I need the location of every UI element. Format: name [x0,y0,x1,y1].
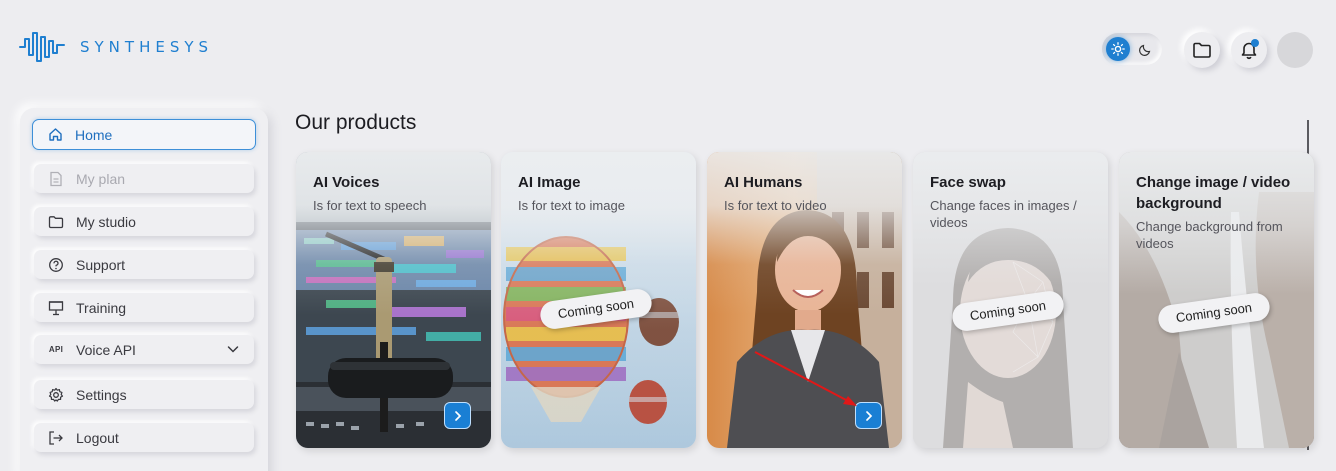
sidebar-item-label: Training [76,299,127,316]
waveform-logo-icon [19,32,65,62]
product-card-ai-voices[interactable]: AI Voices Is for text to speech [296,152,491,448]
card-subtitle: Change faces in images / videos [930,198,1077,230]
page-title: Our products [295,111,417,134]
card-subtitle: Is for text to image [518,198,625,213]
sidebar-item-my-plan[interactable]: My plan [34,164,254,193]
sidebar-item-label: My plan [76,170,126,187]
product-card-face-swap[interactable]: Face swap Change faces in images / video… [913,152,1108,448]
sidebar-item-label: Home [75,126,113,143]
product-card-ai-image[interactable]: AI Image Is for text to image Coming soo… [501,152,696,448]
sidebar-item-home[interactable]: Home [32,119,256,150]
card-subtitle: Change background from videos [1136,219,1283,251]
sidebar-item-voice-api[interactable]: API Voice API [34,335,254,364]
open-ai-humans-button[interactable] [855,402,882,429]
product-card-change-background[interactable]: Change image / video background Change b… [1119,152,1314,448]
help-circle-icon [48,257,64,273]
notifications-button[interactable] [1231,32,1267,68]
card-title: AI Image [518,174,581,191]
sidebar-item-support[interactable]: Support [34,250,254,279]
logo-text: SYNTHESYS [80,38,214,56]
sidebar-item-label: Settings [76,386,127,403]
sidebar-item-logout[interactable]: Logout [34,423,254,452]
card-title: Change image / video background [1136,174,1291,212]
notification-dot [1251,39,1259,47]
folder-icon [1193,42,1211,58]
sidebar: Home My plan My studio Support Training … [20,108,268,471]
api-icon: API [48,345,64,354]
moon-icon[interactable] [1134,37,1158,61]
document-icon [48,171,64,187]
home-icon [47,127,63,143]
chevron-down-icon[interactable] [226,342,240,359]
card-title: AI Voices [313,174,380,191]
sun-icon[interactable] [1106,37,1130,61]
sidebar-item-training[interactable]: Training [34,293,254,322]
sidebar-item-settings[interactable]: Settings [34,380,254,409]
logout-icon [48,430,64,446]
chevron-right-icon [454,410,461,421]
card-subtitle: Is for text to video [724,198,827,213]
synthesys-logo[interactable]: SYNTHESYS [18,28,213,66]
sidebar-item-my-studio[interactable]: My studio [34,207,254,236]
theme-toggle[interactable] [1102,33,1162,65]
presentation-icon [48,300,64,316]
card-title: Face swap [930,174,1006,191]
sidebar-item-label: My studio [76,213,136,230]
folder-button[interactable] [1184,32,1220,68]
card-subtitle: Is for text to speech [313,198,427,213]
avatar[interactable] [1277,32,1313,68]
folder-icon [48,214,64,230]
sidebar-item-label: Voice API [76,341,136,358]
gear-icon [48,387,64,403]
product-card-ai-humans[interactable]: AI Humans Is for text to video [707,152,902,448]
card-title: AI Humans [724,174,803,191]
sidebar-item-label: Support [76,256,126,273]
open-ai-voices-button[interactable] [444,402,471,429]
sidebar-item-label: Logout [76,429,119,446]
chevron-right-icon [865,410,872,421]
